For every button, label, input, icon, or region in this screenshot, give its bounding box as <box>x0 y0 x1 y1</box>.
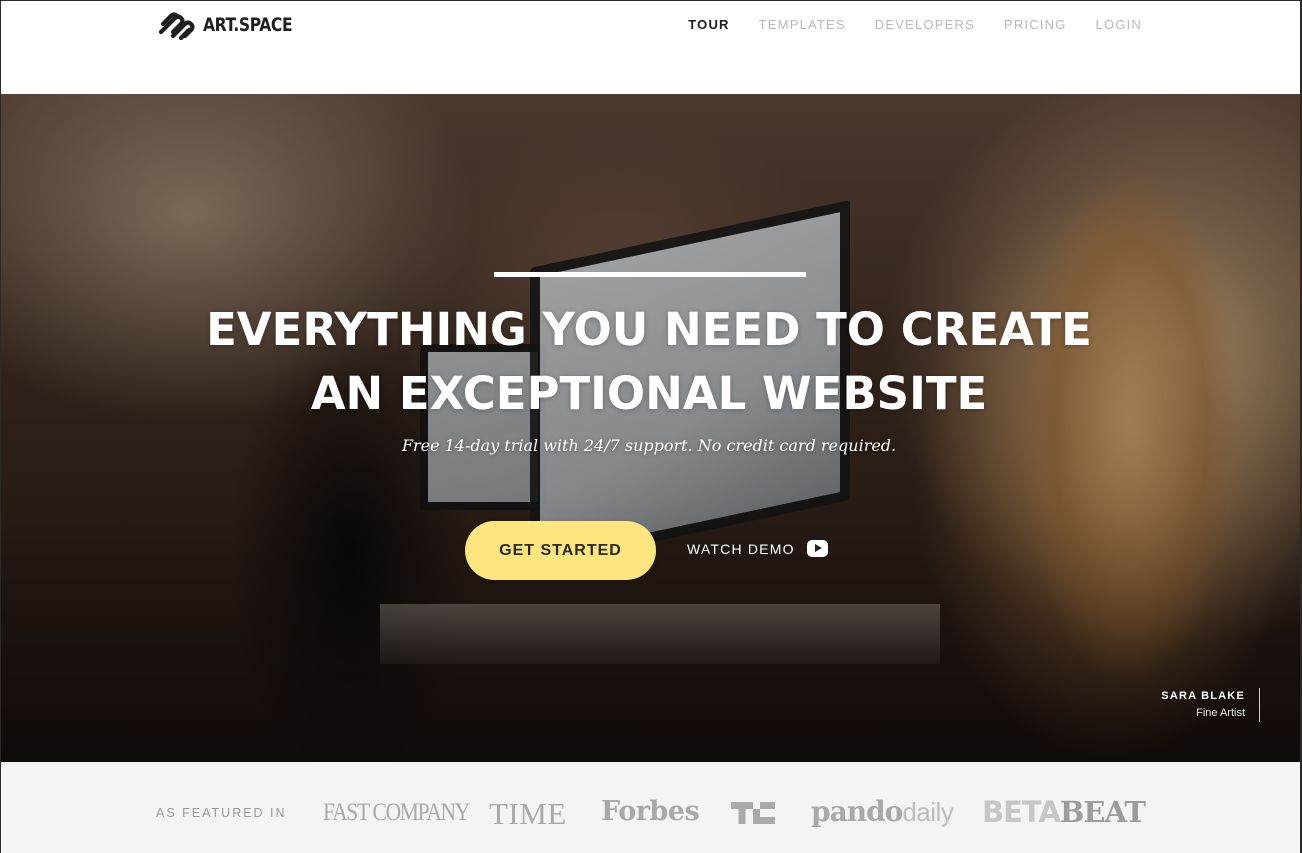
hero-title-line-2: AN EXCEPTIONAL WEBSITE <box>310 367 988 420</box>
time-logo: TIME <box>489 796 567 831</box>
brand-name: ART.SPACE <box>203 14 293 36</box>
nav-item-tour[interactable]: TOUR <box>688 17 729 32</box>
play-icon <box>806 540 828 557</box>
hero-title-line-1: EVERYTHING YOU NEED TO CREATE <box>206 303 1092 356</box>
nav-item-templates[interactable]: TEMPLATES <box>759 17 846 32</box>
watch-demo-label: WATCH DEMO <box>687 540 795 557</box>
nav-item-pricing[interactable]: PRICING <box>1004 17 1067 32</box>
get-started-button[interactable]: GET STARTED <box>465 521 656 580</box>
pandodaily-logo-thin: daily <box>902 797 954 827</box>
window-frame-left <box>0 0 1 853</box>
main-nav: TOUR TEMPLATES DEVELOPERS PRICING LOGIN <box>659 17 1142 32</box>
brand-logo[interactable]: ART.SPACE <box>157 10 312 40</box>
hero-content: EVERYTHING YOU NEED TO CREATE AN EXCEPTI… <box>0 94 1302 762</box>
techcrunch-logo: TC <box>731 802 775 824</box>
pandodaily-logo-bold: pando <box>811 795 903 828</box>
betabeat-logo-beta: BETA <box>982 795 1061 829</box>
pandodaily-logo: pandodaily <box>811 795 954 828</box>
window-frame-top <box>0 0 1302 1</box>
site-header: ART.SPACE TOUR TEMPLATES DEVELOPERS PRIC… <box>0 0 1302 94</box>
forbes-logo: Forbes <box>601 796 700 827</box>
betabeat-logo-beat: BEAT <box>1059 795 1146 829</box>
hero-subtitle: Free 14-day trial with 24/7 support. No … <box>401 436 897 455</box>
fast-company-logo: FAST COMPANY <box>323 799 470 826</box>
hero-title: EVERYTHING YOU NEED TO CREATE AN EXCEPTI… <box>0 298 1298 426</box>
nav-item-login[interactable]: LOGIN <box>1096 17 1142 32</box>
watch-demo-link[interactable]: WATCH DEMO <box>687 540 828 557</box>
featured-in-label: AS FEATURED IN <box>156 806 287 820</box>
hero-divider <box>494 272 806 277</box>
hero-section: EVERYTHING YOU NEED TO CREATE AN EXCEPTI… <box>0 94 1302 762</box>
betabeat-logo: BETABEAT <box>982 795 1146 829</box>
photo-credit-name: SARA BLAKE <box>1161 690 1245 702</box>
photo-credit-role: Fine Artist <box>1196 707 1245 719</box>
featured-in-bar: AS FEATURED IN FAST COMPANY TIME Forbes … <box>0 762 1302 853</box>
photo-credit: SARA BLAKE Fine Artist <box>1161 688 1260 722</box>
nav-item-developers[interactable]: DEVELOPERS <box>875 17 975 32</box>
brand-logo-icon <box>158 12 195 40</box>
